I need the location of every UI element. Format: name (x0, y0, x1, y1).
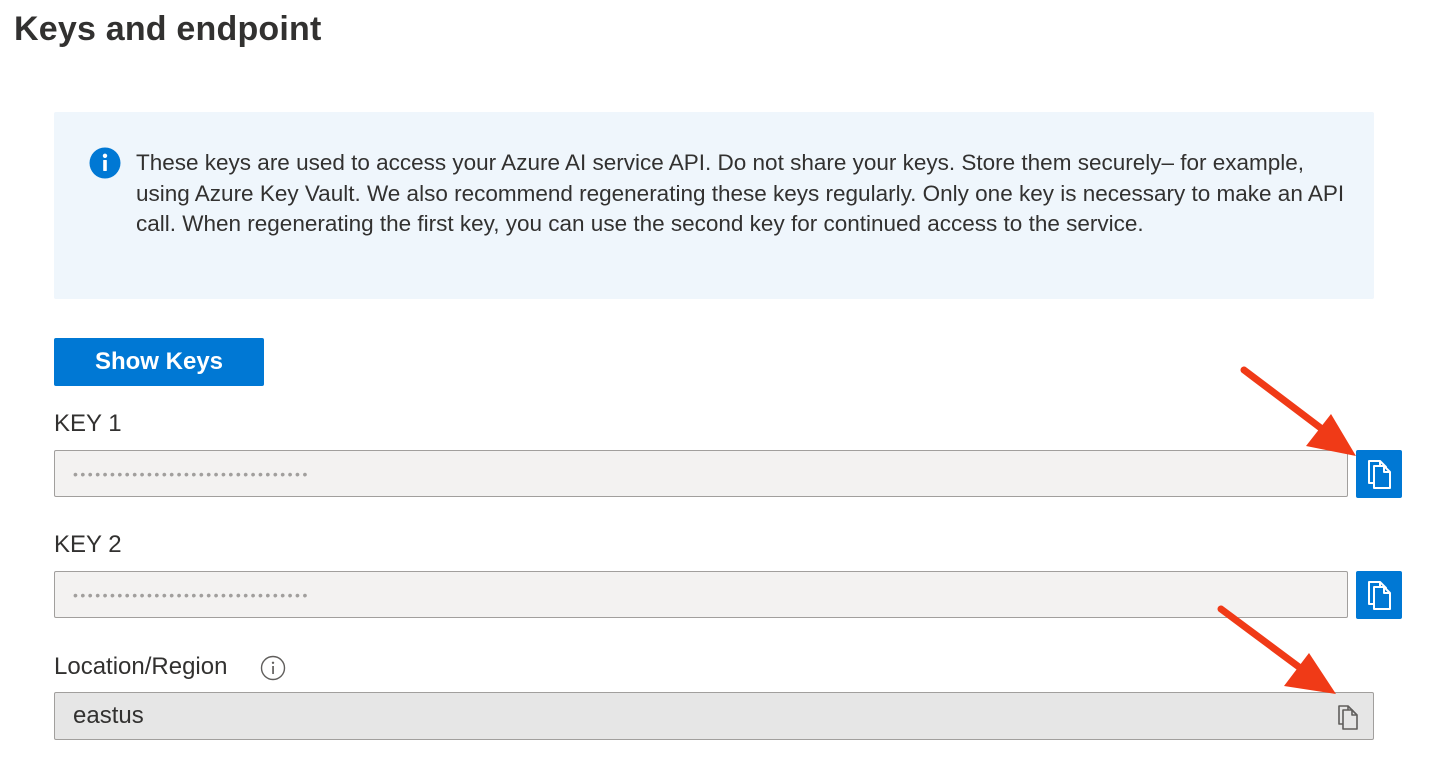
region-field[interactable] (54, 692, 1374, 740)
key2-label: KEY 2 (54, 531, 122, 558)
keys-and-endpoint-page: Keys and endpoint These keys are used to… (0, 0, 1450, 772)
key2-copy-button[interactable] (1356, 571, 1402, 619)
region-copy-icon[interactable] (1334, 703, 1362, 731)
info-circle-icon[interactable] (260, 655, 286, 681)
key2-field[interactable] (54, 571, 1348, 618)
annotation-arrow-region (1217, 605, 1336, 694)
region-label: Location/Region (54, 653, 228, 680)
show-keys-button[interactable]: Show Keys (54, 338, 264, 386)
page-title: Keys and endpoint (14, 10, 322, 48)
info-banner: These keys are used to access your Azure… (54, 112, 1374, 299)
annotation-arrow-key1 (1240, 366, 1356, 456)
key1-copy-button[interactable] (1356, 450, 1402, 498)
key1-label: KEY 1 (54, 410, 122, 437)
copy-icon (1368, 581, 1391, 610)
copy-icon (1368, 460, 1391, 489)
info-banner-text: These keys are used to access your Azure… (136, 150, 1345, 236)
info-icon (89, 147, 121, 179)
key1-field[interactable] (54, 450, 1348, 497)
